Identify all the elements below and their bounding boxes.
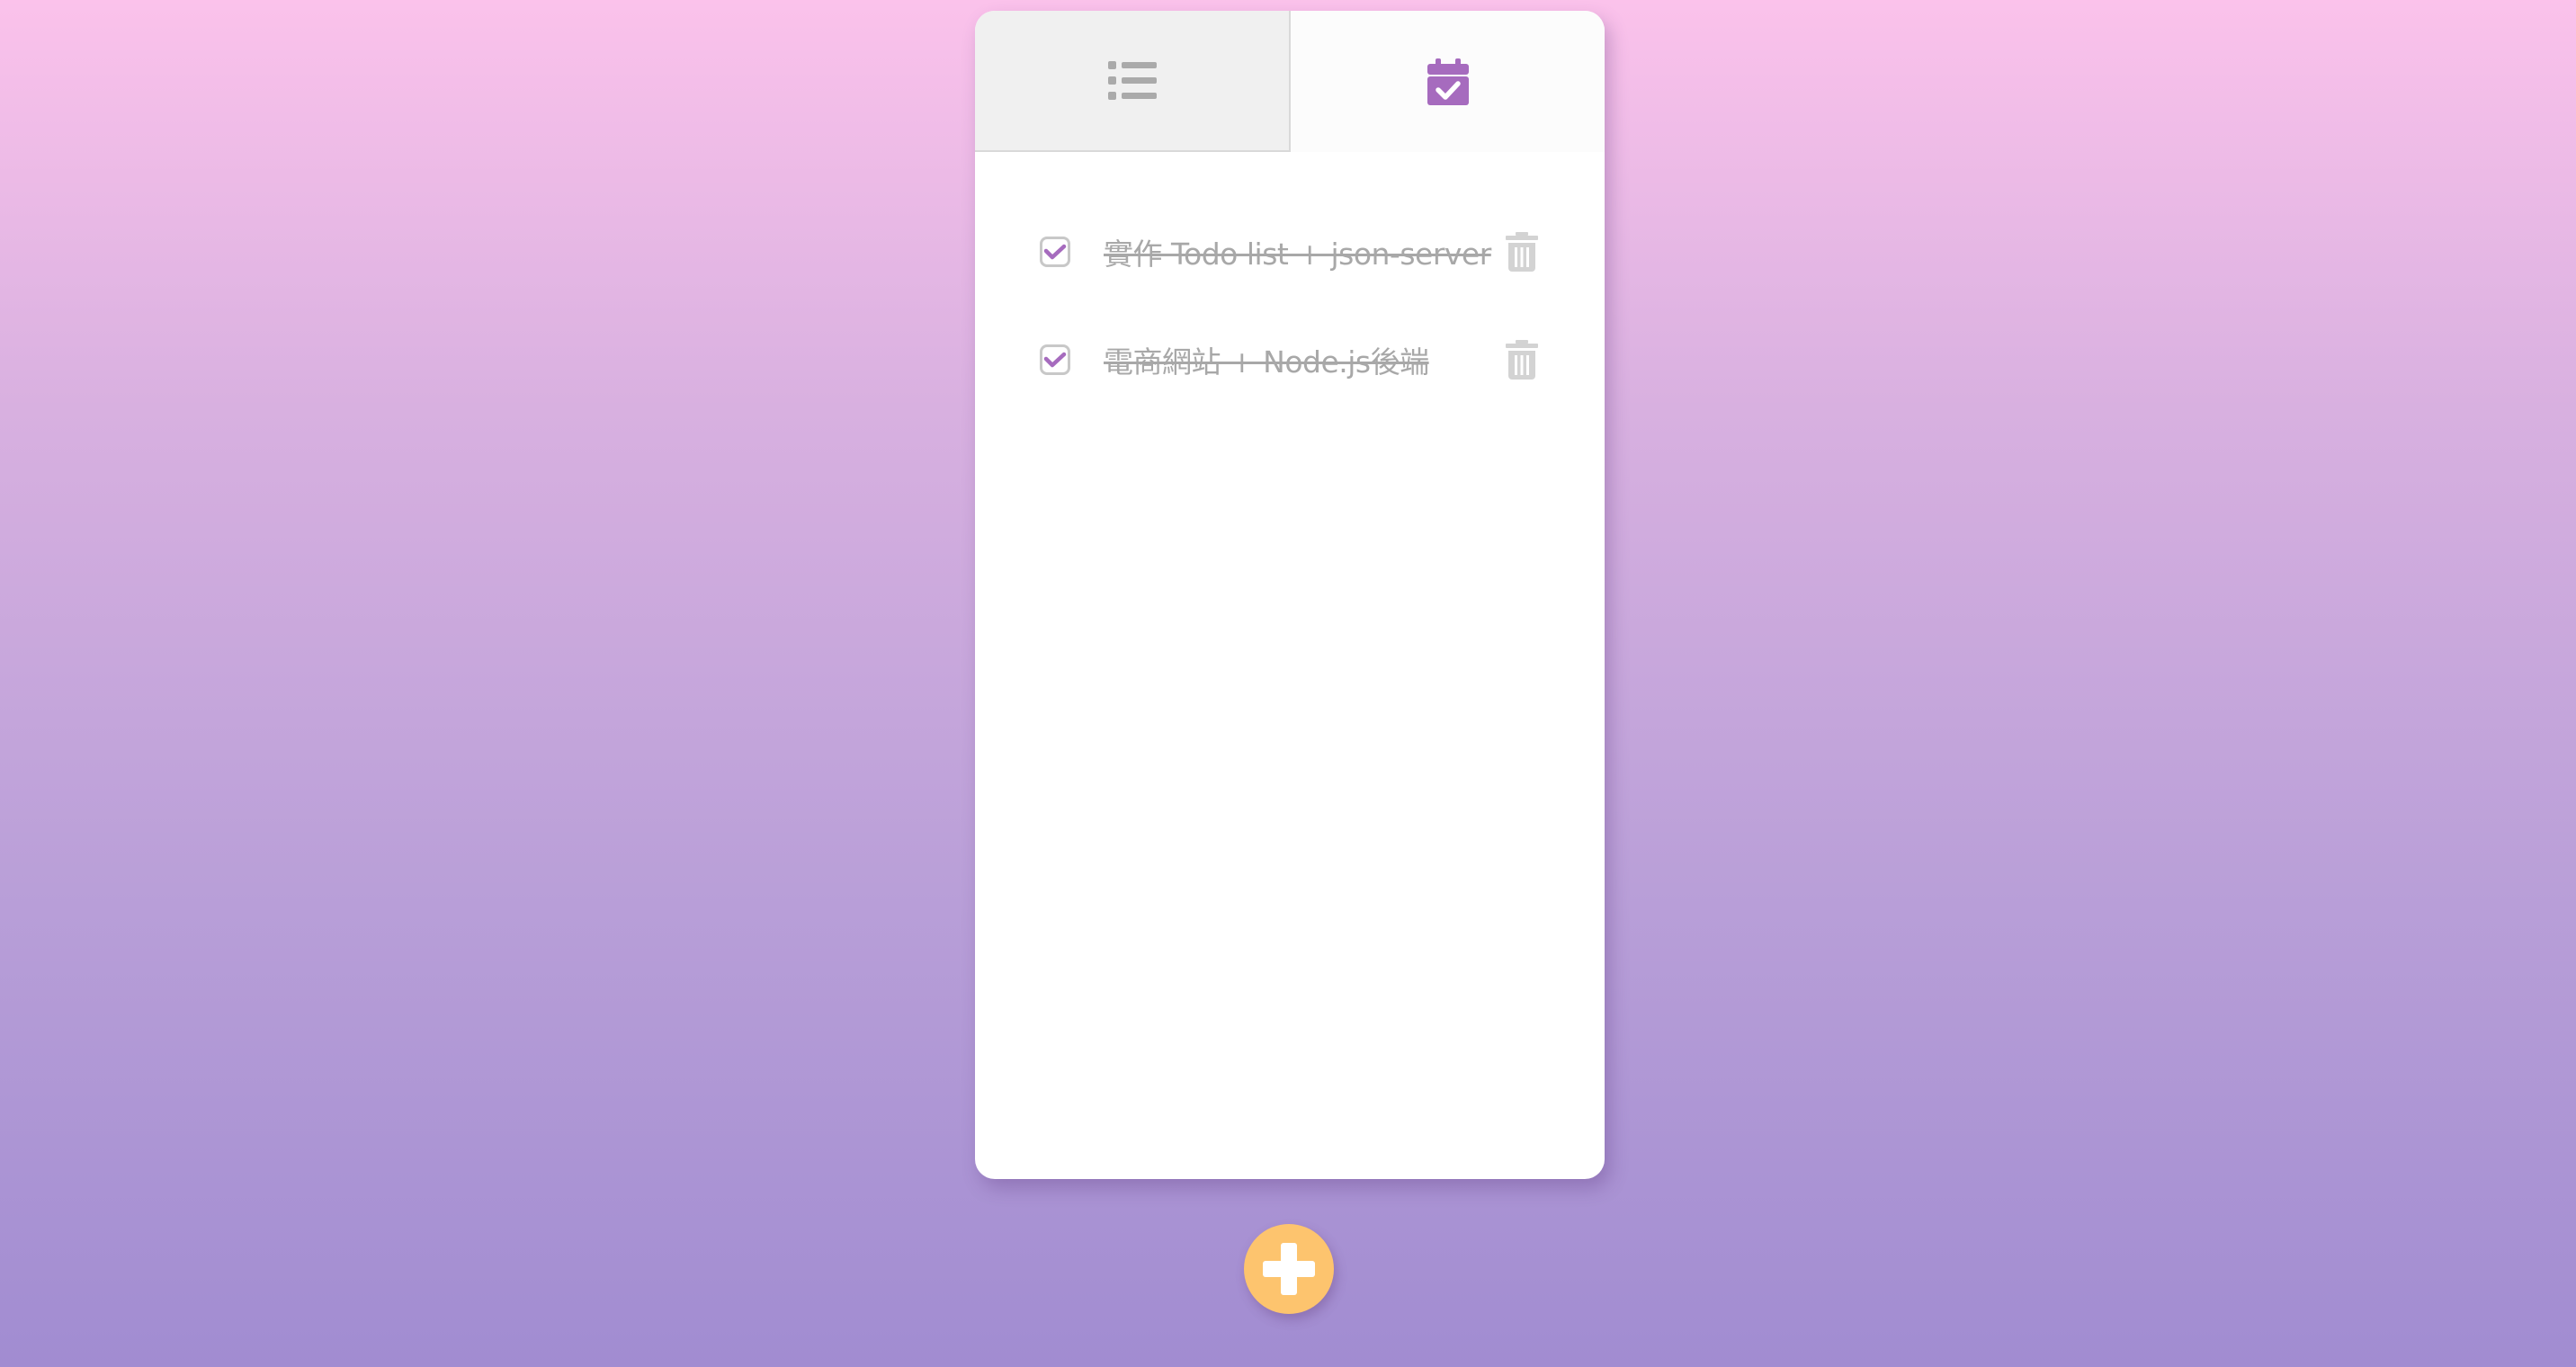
tab-bar — [975, 11, 1605, 152]
calendar-check-icon — [1427, 58, 1469, 105]
tab-all[interactable] — [975, 11, 1291, 152]
trash-icon[interactable] — [1506, 340, 1538, 380]
tab-completed[interactable] — [1291, 11, 1605, 152]
list-icon — [1107, 60, 1157, 100]
check-icon — [1043, 352, 1067, 368]
list-item: 電商網站 + Node.js後端 — [975, 324, 1605, 396]
add-todo-button[interactable] — [1244, 1224, 1334, 1314]
todo-card: 實作 Todo list + json-server 電商網站 + Node.j… — [975, 11, 1605, 1179]
check-icon — [1043, 244, 1067, 260]
todo-text: 電商網站 + Node.js後端 — [1104, 344, 1429, 380]
todo-text: 實作 Todo list + json-server — [1104, 237, 1491, 272]
todo-checkbox[interactable] — [1040, 237, 1070, 267]
plus-icon — [1263, 1243, 1315, 1295]
trash-icon[interactable] — [1506, 232, 1538, 272]
todo-checkbox[interactable] — [1040, 344, 1070, 375]
list-item: 實作 Todo list + json-server — [975, 216, 1605, 288]
